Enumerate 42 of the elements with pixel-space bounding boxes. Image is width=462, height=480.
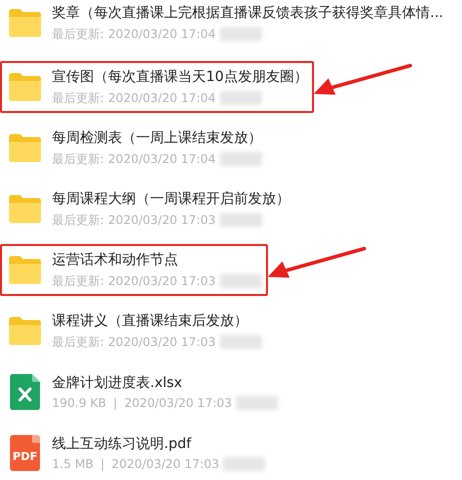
folder-icon — [7, 255, 43, 285]
folder-icon — [7, 72, 43, 102]
updated-label: 最后更新: — [52, 150, 104, 168]
redaction-blur — [236, 396, 278, 410]
folder-icon — [7, 316, 43, 346]
updated-label: 最后更新: — [52, 90, 104, 106]
redaction-blur — [223, 457, 266, 471]
updated-label: 最后更新: — [52, 212, 104, 228]
spreadsheet-icon — [10, 374, 40, 410]
file-name[interactable]: 每周课程大纲（一周课程开启前发放） — [52, 190, 290, 208]
file-name[interactable]: 线上互动练习说明.pdf — [52, 435, 266, 453]
updated-time: 2020/03/20 17:03 — [108, 213, 216, 227]
separator: | — [113, 396, 118, 410]
folder-icon — [7, 8, 43, 38]
file-size: 190.9 KB — [52, 396, 106, 410]
file-name[interactable]: 运营话术和动作节点 — [52, 250, 262, 268]
updated-time: 2020/03/20 17:03 — [108, 274, 216, 288]
updated-time: 2020/03/20 17:03 — [112, 457, 220, 471]
pdf-icon: PDF — [10, 435, 40, 471]
updated-time: 2020/03/20 17:03 — [124, 396, 232, 410]
file-name[interactable]: 课程讲义（直播课结束后发放） — [52, 312, 262, 330]
file-name[interactable]: 金牌计划进度表.xlsx — [52, 374, 278, 392]
updated-label: 最后更新: — [52, 272, 104, 290]
updated-time: 2020/03/20 17:04 — [108, 27, 216, 41]
file-name[interactable]: 宣传图（每次直播课当天10点发朋友圈） — [52, 68, 308, 86]
updated-time: 2020/03/20 17:04 — [108, 152, 216, 166]
updated-label: 最后更新: — [52, 334, 104, 350]
file-size: 1.5 MB — [52, 457, 94, 471]
redaction-blur — [220, 274, 262, 288]
file-name[interactable]: 奖章（每次直播课上完根据直播课反馈表孩子获得奖章具体情... — [52, 4, 444, 22]
redaction-blur — [220, 213, 262, 227]
separator: | — [100, 457, 105, 471]
folder-icon — [7, 194, 43, 224]
redaction-blur — [220, 335, 262, 349]
redaction-blur — [220, 91, 262, 105]
updated-time: 2020/03/20 17:04 — [108, 91, 216, 105]
updated-time: 2020/03/20 17:03 — [108, 335, 216, 349]
redaction-blur — [220, 27, 262, 41]
updated-label: 最后更新: — [52, 26, 104, 42]
file-name[interactable]: 每周检测表（一周上课结束发放） — [52, 128, 262, 146]
redaction-blur — [220, 152, 262, 166]
folder-icon — [7, 133, 43, 163]
